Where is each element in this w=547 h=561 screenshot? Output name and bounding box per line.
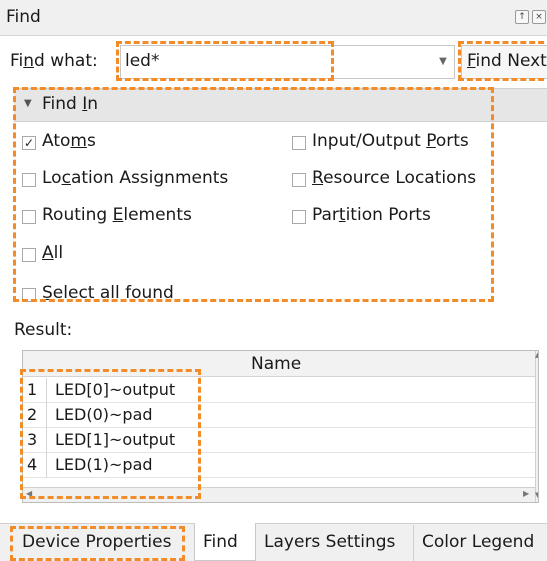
panel-title: Find — [6, 7, 41, 27]
panel-title-bar: Find ↑ × — [0, 0, 547, 36]
find-next-button[interactable]: Find Next — [461, 45, 547, 79]
row-name: LED(0)~pad — [55, 405, 153, 424]
row-number: 4 — [23, 453, 47, 478]
select-all-found-label: Select all found — [42, 283, 174, 303]
result-table[interactable]: Name 1 LED[0]~output 2 LED(0)~pad 3 LED[… — [22, 350, 539, 503]
find-in-title: Find In — [42, 94, 99, 114]
find-what-value: led* — [125, 51, 160, 71]
io-ports-label: Input/Output Ports — [312, 131, 469, 151]
tab-layers-settings[interactable]: Layers Settings — [256, 525, 414, 561]
scroll-down-icon[interactable]: ▼ — [535, 491, 538, 499]
scroll-right-icon[interactable]: ▶ — [523, 489, 529, 498]
select-all-found-checkbox[interactable] — [22, 288, 36, 302]
routing-elements-label: Routing Elements — [42, 205, 192, 225]
row-number: 2 — [23, 403, 47, 428]
result-label: Result: — [14, 320, 73, 340]
table-row[interactable]: 1 LED[0]~output — [23, 378, 535, 403]
tab-color-legend[interactable]: Color Legend — [414, 525, 547, 561]
partition-ports-checkbox[interactable] — [292, 210, 306, 224]
table-row[interactable]: 4 LED(1)~pad — [23, 453, 535, 478]
location-assignments-checkbox[interactable] — [22, 173, 36, 187]
tab-find[interactable]: Find — [194, 523, 256, 561]
row-name: LED(1)~pad — [55, 455, 153, 474]
name-column-header[interactable]: Name — [251, 354, 301, 374]
row-name: LED[0]~output — [55, 380, 176, 399]
vertical-scrollbar[interactable]: ▲ ▼ — [535, 351, 538, 502]
find-in-group-header[interactable]: ▼ Find In — [14, 88, 547, 122]
table-header: Name — [23, 351, 535, 377]
collapse-arrow-icon[interactable]: ▼ — [24, 98, 32, 109]
io-ports-checkbox[interactable] — [292, 136, 306, 150]
table-row[interactable]: 3 LED[1]~output — [23, 428, 535, 453]
scroll-up-icon[interactable]: ▲ — [535, 351, 538, 359]
atoms-checkbox[interactable]: ✓ — [22, 136, 36, 150]
horizontal-scrollbar[interactable]: ◀ ▶ — [23, 487, 535, 502]
scroll-left-icon[interactable]: ◀ — [26, 489, 32, 498]
resource-locations-label: Resource Locations — [312, 168, 477, 188]
location-assignments-label: Location Assignments — [42, 168, 229, 188]
partition-ports-label: Partition Ports — [312, 205, 431, 225]
all-checkbox[interactable] — [22, 248, 36, 262]
resource-locations-checkbox[interactable] — [292, 173, 306, 187]
row-name: LED[1]~output — [55, 430, 176, 449]
all-label: All — [42, 243, 64, 263]
atoms-label: Atoms — [42, 131, 96, 151]
row-number: 3 — [23, 428, 47, 453]
close-icon[interactable]: × — [532, 10, 546, 24]
find-what-label: Find what: — [10, 51, 98, 71]
table-row[interactable]: 2 LED(0)~pad — [23, 403, 535, 428]
pin-icon[interactable]: ↑ — [515, 10, 529, 24]
combo-dropdown-icon[interactable]: ▼ — [432, 50, 454, 74]
row-number: 1 — [23, 378, 47, 403]
tab-device-properties[interactable]: Device Properties — [14, 525, 194, 561]
routing-elements-checkbox[interactable] — [22, 210, 36, 224]
find-what-input[interactable]: led* — [120, 45, 455, 79]
